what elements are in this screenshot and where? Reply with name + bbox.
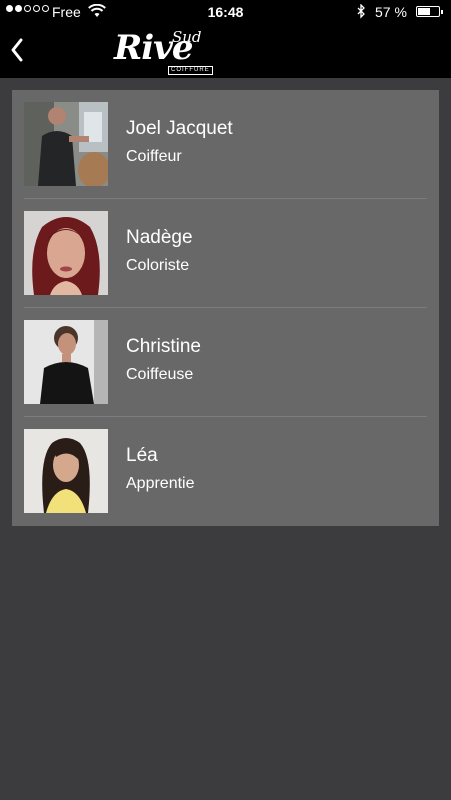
nav-bar: Rive Sud COIFFURE <box>0 24 451 78</box>
team-member-item[interactable]: Christine Coiffeuse <box>12 308 439 417</box>
team-member-photo <box>24 429 108 513</box>
team-member-role: Coiffeur <box>126 148 182 165</box>
logo-tagline: COIFFURE <box>168 66 213 75</box>
team-member-name: Nadège <box>126 227 193 248</box>
back-button[interactable] <box>6 34 30 66</box>
status-bar: Free 16:48 57 % <box>0 0 451 24</box>
team-member-role: Coloriste <box>126 257 190 274</box>
team-member-item[interactable]: Nadège Coloriste <box>12 199 439 308</box>
battery-icon <box>416 6 443 17</box>
rive-sud-logo: Rive Sud COIFFURE <box>110 26 213 76</box>
team-member-name: Léa <box>126 445 158 466</box>
team-member-name: Joel Jacquet <box>126 118 233 139</box>
team-member-name: Christine <box>126 336 201 357</box>
team-member-item[interactable]: Joel Jacquet Coiffeur <box>12 90 439 199</box>
bluetooth-icon <box>357 4 365 19</box>
battery-percentage: 57 % <box>375 4 407 20</box>
team-member-role: Apprentie <box>126 475 195 492</box>
team-member-photo <box>24 320 108 404</box>
team-list: Joel Jacquet Coiffeur Nadège Coloriste C… <box>12 90 439 526</box>
logo-sub-text: Sud <box>172 28 202 46</box>
team-member-photo <box>24 102 108 186</box>
team-member-photo <box>24 211 108 295</box>
team-member-role: Coiffeuse <box>126 366 194 383</box>
team-member-item[interactable]: Léa Apprentie <box>12 417 439 526</box>
